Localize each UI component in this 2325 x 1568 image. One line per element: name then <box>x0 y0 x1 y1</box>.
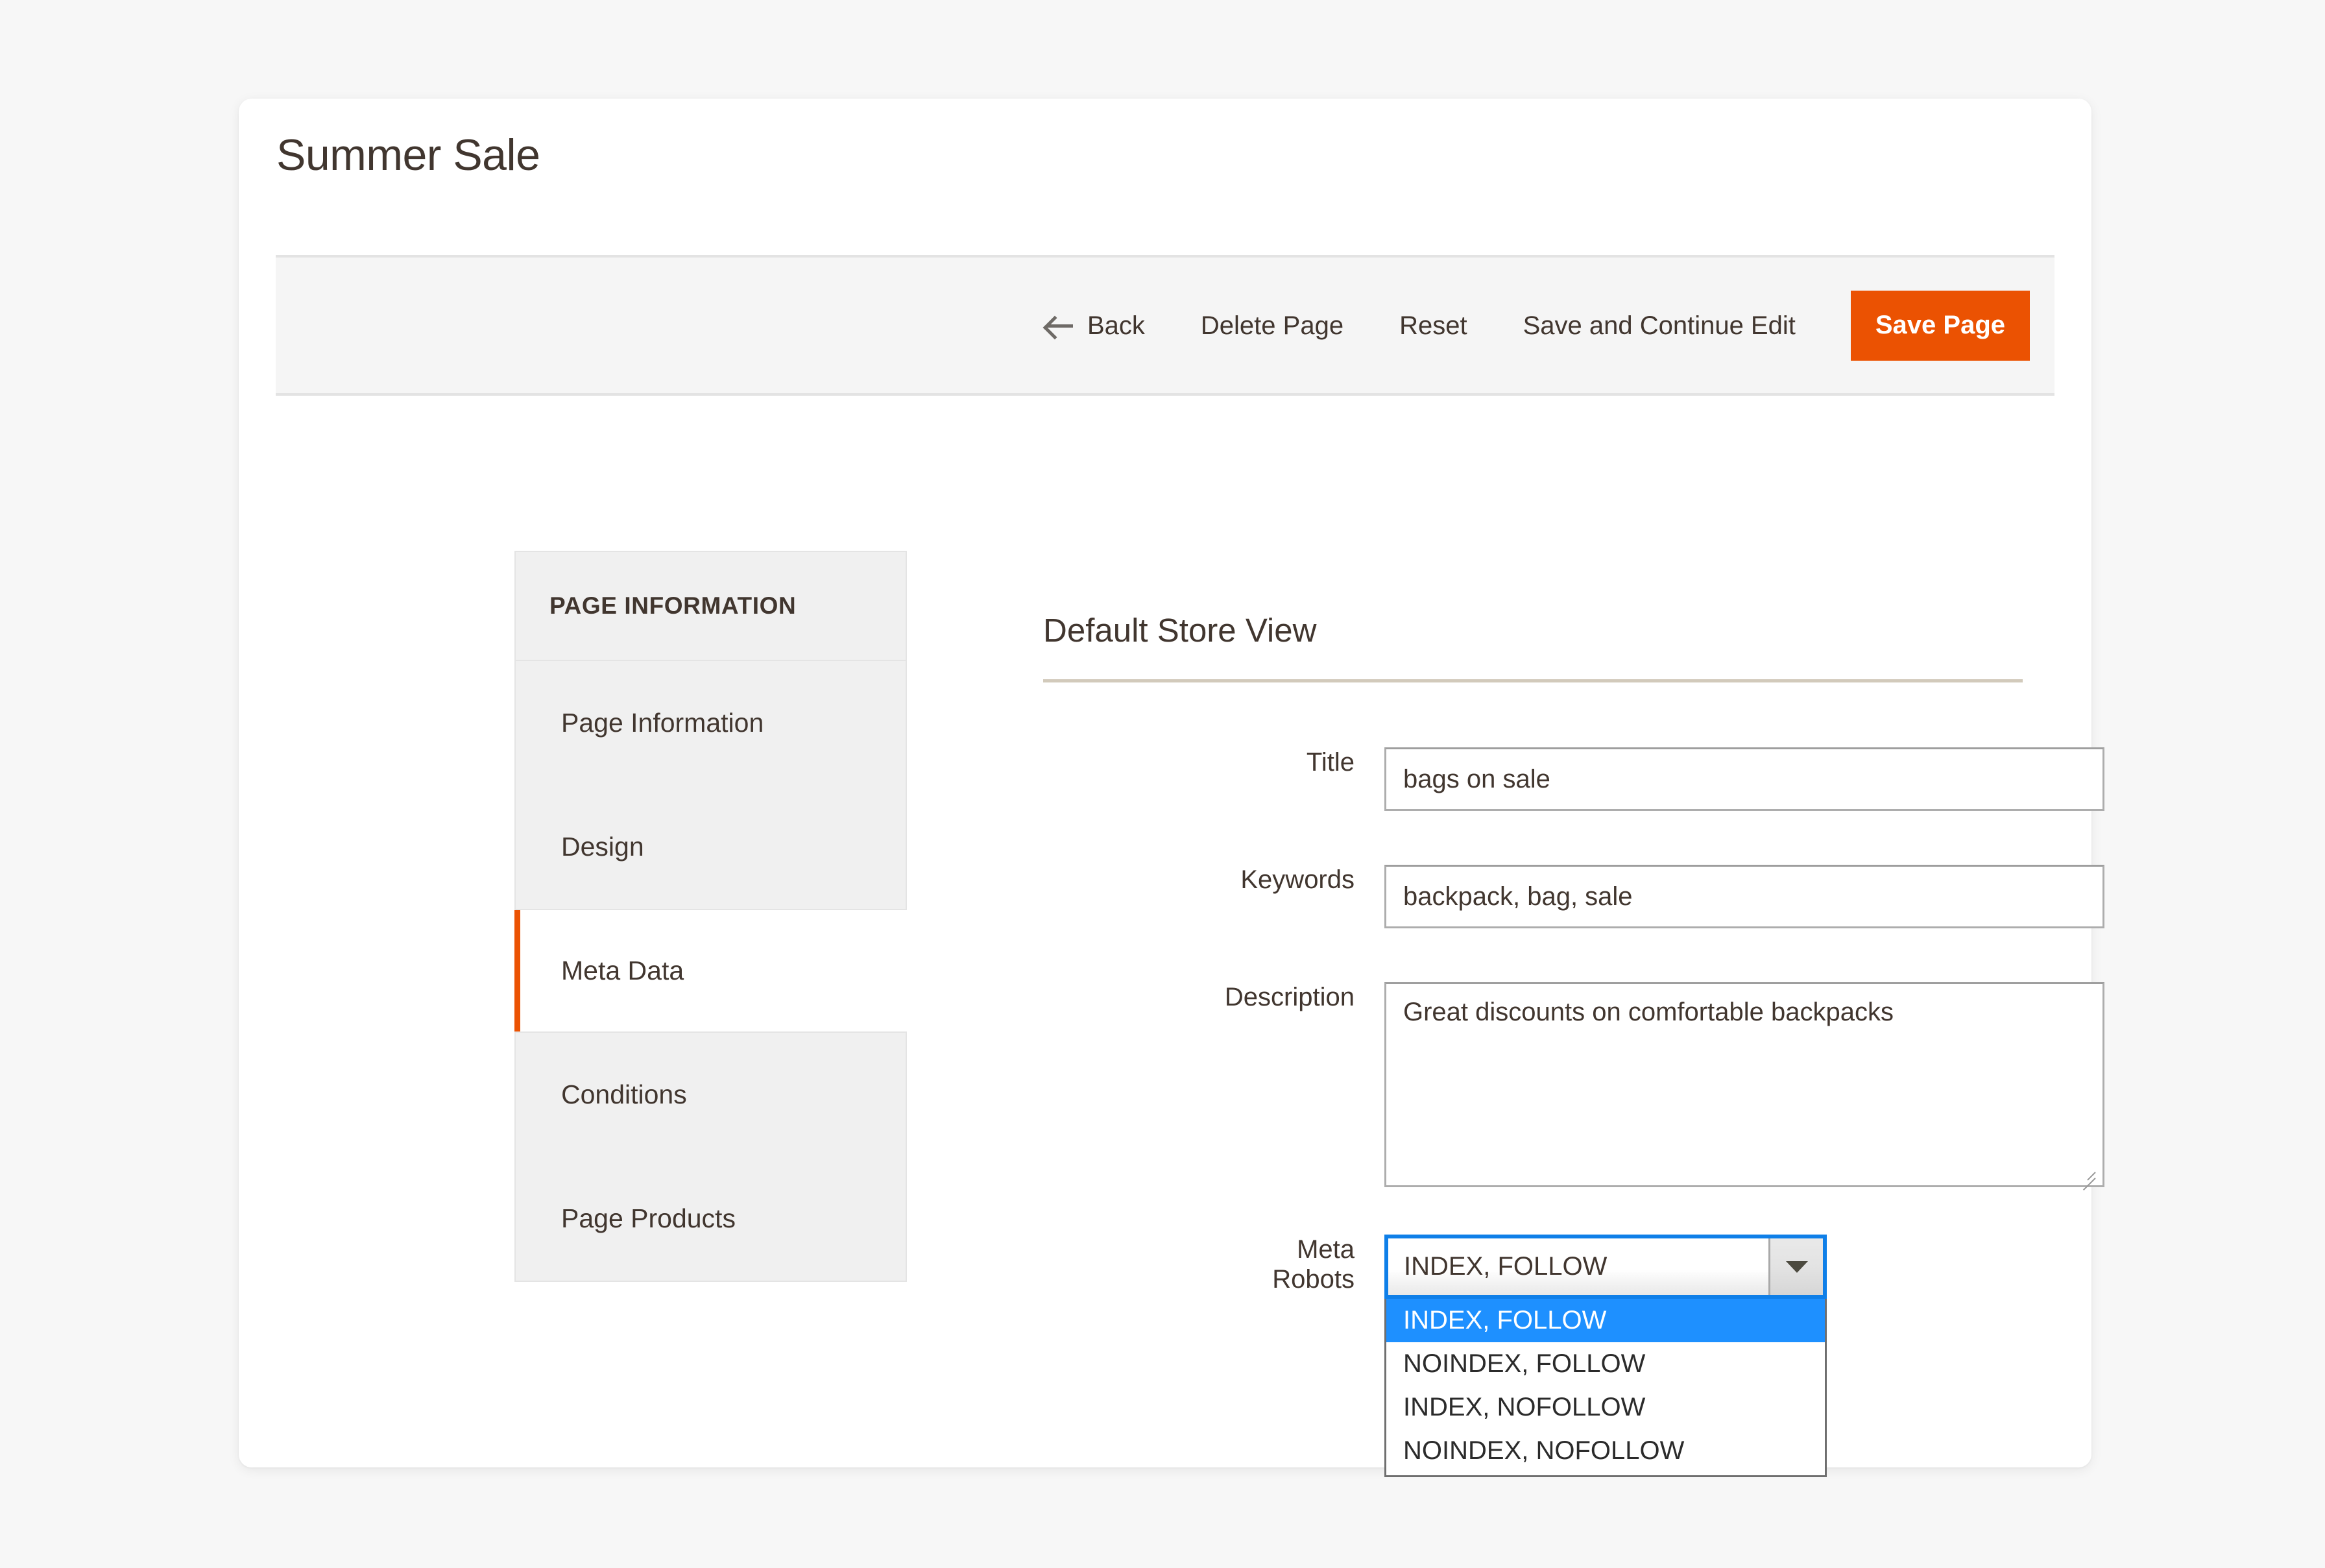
sidebar-item-design[interactable]: Design <box>516 785 906 909</box>
sidebar-item-label: Page Products <box>561 1203 736 1233</box>
meta-robots-label-line2: Robots <box>1272 1265 1355 1294</box>
meta-robots-label: Meta Robots <box>1043 1235 1355 1295</box>
description-label: Description <box>1224 983 1355 1011</box>
save-page-button[interactable]: Save Page <box>1850 290 2030 361</box>
reset-button[interactable]: Reset <box>1371 313 1495 339</box>
title-field-row: Title <box>1043 747 2104 811</box>
delete-page-button[interactable]: Delete Page <box>1173 313 1371 339</box>
sidebar-item-label: Meta Data <box>561 956 684 985</box>
keywords-input[interactable] <box>1384 865 2104 928</box>
title-label: Title <box>1306 748 1355 777</box>
sidebar-item-meta-data[interactable]: Meta Data <box>514 909 907 1033</box>
back-button[interactable]: Back <box>1025 313 1173 339</box>
sidebar-item-label: Conditions <box>561 1080 687 1109</box>
meta-robots-label-line1: Meta <box>1297 1235 1355 1264</box>
sidebar-item-list: Page Information Design Meta Data Condit… <box>514 660 907 1282</box>
keywords-label: Keywords <box>1240 865 1355 894</box>
meta-robots-field-row: Meta Robots INDEX, FOLLOW INDEX, FOLLOW … <box>1043 1235 1827 1477</box>
page-actions-toolbar: Back Delete Page Reset Save and Continue… <box>276 255 2054 396</box>
meta-robots-option-list: INDEX, FOLLOW NOINDEX, FOLLOW INDEX, NOF… <box>1384 1299 1827 1477</box>
keywords-field-row: Keywords <box>1043 865 2104 928</box>
store-view-heading: Default Store View <box>1043 611 2023 682</box>
back-button-label: Back <box>1087 311 1145 340</box>
meta-data-form: Default Store View <box>1043 611 2023 682</box>
sidebar-item-label: Page Information <box>561 708 764 738</box>
meta-robots-option-noindex-nofollow[interactable]: NOINDEX, NOFOLLOW <box>1386 1429 1825 1473</box>
save-and-continue-edit-button[interactable]: Save and Continue Edit <box>1495 313 1824 339</box>
sidebar-item-page-information[interactable]: Page Information <box>516 661 906 785</box>
sidebar-item-label: Design <box>561 832 644 862</box>
chevron-down-icon[interactable] <box>1768 1238 1823 1295</box>
description-field-row: Description <box>1043 982 2104 1191</box>
page-title: Summer Sale <box>276 130 540 180</box>
page-information-sidebar: PAGE INFORMATION Page Information Design… <box>514 551 907 1282</box>
meta-robots-option-noindex-follow[interactable]: NOINDEX, FOLLOW <box>1386 1342 1825 1386</box>
meta-robots-option-index-nofollow[interactable]: INDEX, NOFOLLOW <box>1386 1386 1825 1429</box>
meta-robots-select[interactable]: INDEX, FOLLOW <box>1384 1235 1827 1299</box>
page-edit-card: Summer Sale Back Delete Page Reset Save … <box>239 99 2104 1477</box>
title-input[interactable] <box>1384 747 2104 811</box>
sidebar-title: PAGE INFORMATION <box>514 551 907 660</box>
meta-robots-option-index-follow[interactable]: INDEX, FOLLOW <box>1386 1299 1825 1342</box>
sidebar-item-page-products[interactable]: Page Products <box>516 1157 906 1281</box>
meta-robots-selected-value: INDEX, FOLLOW <box>1388 1238 1768 1295</box>
sidebar-item-conditions[interactable]: Conditions <box>516 1033 906 1157</box>
description-textarea[interactable] <box>1384 982 2104 1187</box>
arrow-left-icon <box>1043 313 1073 339</box>
